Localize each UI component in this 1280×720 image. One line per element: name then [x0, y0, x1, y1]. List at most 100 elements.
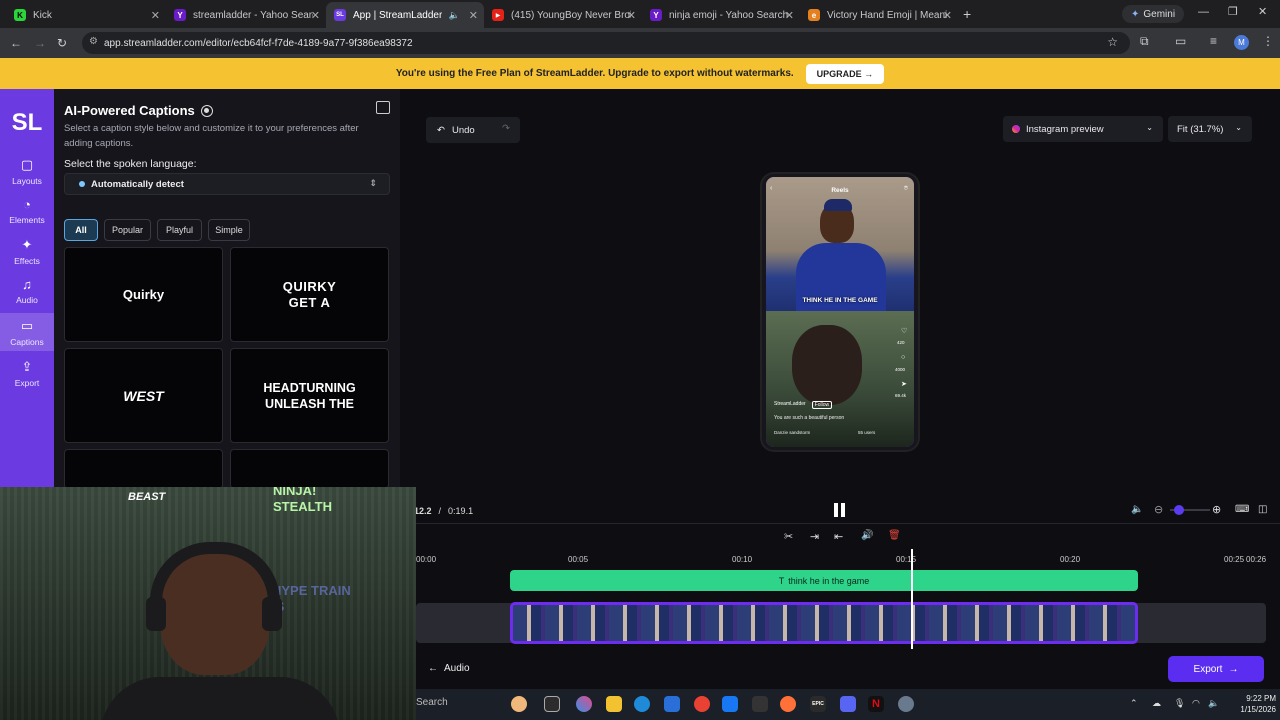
language-select[interactable]: Automatically detect ⇕	[64, 173, 390, 195]
streamladder-logo[interactable]: SL	[0, 109, 54, 137]
pause-icon	[834, 503, 838, 517]
timeline-ruler[interactable]: 00:00 00:05 00:10 00:15 00:20 00:25 00:2…	[400, 555, 1280, 569]
edge-icon[interactable]	[634, 696, 650, 712]
sidebar-item-audio[interactable]: ♫ Audio	[0, 277, 54, 309]
collapse-panel-icon[interactable]	[376, 101, 390, 114]
wifi-icon[interactable]: ◠	[1192, 698, 1200, 709]
caption-style-card[interactable]: WEST	[64, 348, 223, 443]
filter-all[interactable]: All	[64, 219, 98, 241]
close-icon[interactable]: ✕	[943, 9, 952, 22]
info-icon[interactable]	[200, 104, 213, 117]
task-view-icon[interactable]	[544, 696, 560, 712]
filter-playful[interactable]: Playful	[157, 219, 202, 241]
more-menu-icon[interactable]: ⋮	[1262, 34, 1274, 48]
zoom-slider[interactable]	[1170, 505, 1210, 515]
tab-yahoo-streamladder[interactable]: Y streamladder - Yahoo Search Re ✕	[166, 2, 326, 28]
zoom-in-icon[interactable]: ⊕	[1212, 503, 1221, 516]
back-icon[interactable]: ←	[10, 36, 22, 50]
redo-icon[interactable]: ↷	[502, 123, 510, 134]
filter-popular[interactable]: Popular	[104, 219, 151, 241]
reload-icon[interactable]: ↻	[57, 36, 67, 50]
mute-track-icon[interactable]: 🔊	[861, 530, 873, 541]
speaker-icon[interactable]: 🔈	[449, 10, 460, 21]
sidebar-item-effects[interactable]: ✦ Effects	[0, 237, 54, 269]
caption-style-card[interactable]	[64, 449, 223, 489]
keyboard-icon[interactable]: ⌨	[1235, 504, 1249, 515]
tab-emojipedia[interactable]: e Victory Hand Emoji | Meanin ✕	[800, 2, 958, 28]
firefox-icon[interactable]	[780, 696, 796, 712]
speaker-icon[interactable]: 🔈	[1208, 698, 1219, 709]
layout-toggle-icon[interactable]: ◫	[1258, 504, 1267, 515]
audio-back-button[interactable]: ← Audio	[428, 663, 470, 674]
taskbar-search[interactable]: Search	[416, 697, 448, 708]
tab-kick[interactable]: K Kick ✕	[6, 2, 166, 28]
playhead[interactable]	[911, 549, 913, 649]
export-button[interactable]: Export →	[1168, 656, 1264, 682]
close-icon[interactable]: ✕	[785, 9, 794, 22]
caption-track-clip[interactable]: T think he in the game	[510, 570, 1138, 591]
close-icon[interactable]: ✕	[469, 9, 478, 22]
extensions-icon[interactable]: ⧉	[1140, 34, 1149, 49]
tray-chevron-icon[interactable]: ⌃	[1130, 698, 1138, 709]
obs-icon[interactable]	[752, 696, 768, 712]
close-icon[interactable]: ✕	[151, 9, 160, 22]
outlook-icon[interactable]	[722, 696, 738, 712]
zoom-slider-handle[interactable]	[1174, 505, 1184, 515]
forward-icon[interactable]: →	[34, 36, 46, 50]
zoom-fit-select[interactable]: Fit (31.7%) ⌄	[1168, 116, 1252, 142]
tab-streamladder[interactable]: SL App | StreamLadder 🔈 ✕	[326, 2, 484, 28]
maximize-icon[interactable]: ❐	[1228, 5, 1238, 18]
onedrive-icon[interactable]: ☁	[1152, 698, 1161, 709]
sidebar-item-captions[interactable]: ▭ Captions	[0, 313, 54, 351]
copilot-icon[interactable]	[576, 696, 592, 712]
widget-icon[interactable]	[511, 696, 527, 712]
clock[interactable]: 9:22 PM 1/15/2026	[1224, 693, 1276, 715]
site-info-icon[interactable]: ⚙	[89, 36, 98, 47]
profile-avatar[interactable]: M	[1234, 35, 1249, 50]
effects-icon: ✦	[21, 237, 33, 252]
emojipedia-icon: e	[808, 9, 820, 21]
tab-youtube[interactable]: ▶ (415) YoungBoy Never Broke A ✕	[484, 2, 642, 28]
preview-mode-select[interactable]: Instagram preview ⌄	[1003, 116, 1163, 142]
filter-simple[interactable]: Simple	[208, 219, 250, 241]
settings-gear-icon[interactable]	[898, 696, 914, 712]
zoom-out-icon[interactable]: ⊖	[1154, 503, 1163, 516]
caption-style-card[interactable]	[230, 449, 389, 489]
minimize-icon[interactable]: —	[1198, 6, 1209, 18]
headset-cup	[146, 597, 166, 631]
caption-style-card[interactable]: QUIRKY GET A	[230, 247, 389, 342]
split-scissors-icon[interactable]: ✂	[784, 530, 793, 543]
close-icon[interactable]: ✕	[627, 9, 636, 22]
mic-icon[interactable]: 🎙	[1174, 698, 1185, 709]
back-icon: ‹	[770, 185, 773, 192]
file-explorer-icon[interactable]	[606, 696, 622, 712]
netflix-icon[interactable]: N	[868, 696, 884, 712]
media-icon[interactable]: ≡	[1210, 34, 1217, 48]
sidebar-item-elements[interactable]: ◔ Elements	[0, 197, 54, 229]
caption-style-card[interactable]: HEADTURNING UNLEASH THE	[230, 348, 389, 443]
close-icon[interactable]: ✕	[311, 9, 320, 22]
video-track-clip[interactable]	[510, 602, 1138, 644]
url-field[interactable]: ⚙ app.streamladder.com/editor/ecb64fcf-f…	[82, 32, 1130, 54]
upgrade-button[interactable]: UPGRADE →	[805, 63, 885, 84]
caption-style-card[interactable]: Quirky	[64, 247, 223, 342]
discord-icon[interactable]	[840, 696, 856, 712]
tab-yahoo-ninja[interactable]: Y ninja emoji - Yahoo Search Resu ✕	[642, 2, 800, 28]
delete-icon[interactable]: 🗑	[888, 530, 901, 541]
gemini-button[interactable]: ✦ Gemini	[1122, 5, 1185, 23]
window-close-icon[interactable]: ✕	[1258, 5, 1267, 18]
new-tab-button[interactable]: +	[963, 6, 971, 22]
undo-button[interactable]: ↶ Undo ↷	[426, 117, 520, 143]
trim-start-icon[interactable]: ⇤	[834, 530, 843, 543]
sidebar-item-layouts[interactable]: ▢ Layouts	[0, 157, 54, 189]
store-icon[interactable]	[664, 696, 680, 712]
cast-icon[interactable]: ▭	[1175, 34, 1186, 48]
trim-end-icon[interactable]: ⇥	[810, 530, 819, 543]
bookmark-star-icon[interactable]: ☆	[1107, 35, 1118, 49]
epic-games-icon[interactable]: EPIC	[810, 696, 826, 712]
volume-icon[interactable]: 🔈	[1131, 504, 1143, 515]
pause-button[interactable]	[834, 503, 846, 517]
chrome-icon[interactable]	[694, 696, 710, 712]
sidebar-item-export[interactable]: ⇪ Export	[0, 359, 54, 391]
phone-preview[interactable]: Reels ‹ ⌾ THINK HE IN THE GAME ♡ 420 ○ 4…	[762, 174, 918, 450]
